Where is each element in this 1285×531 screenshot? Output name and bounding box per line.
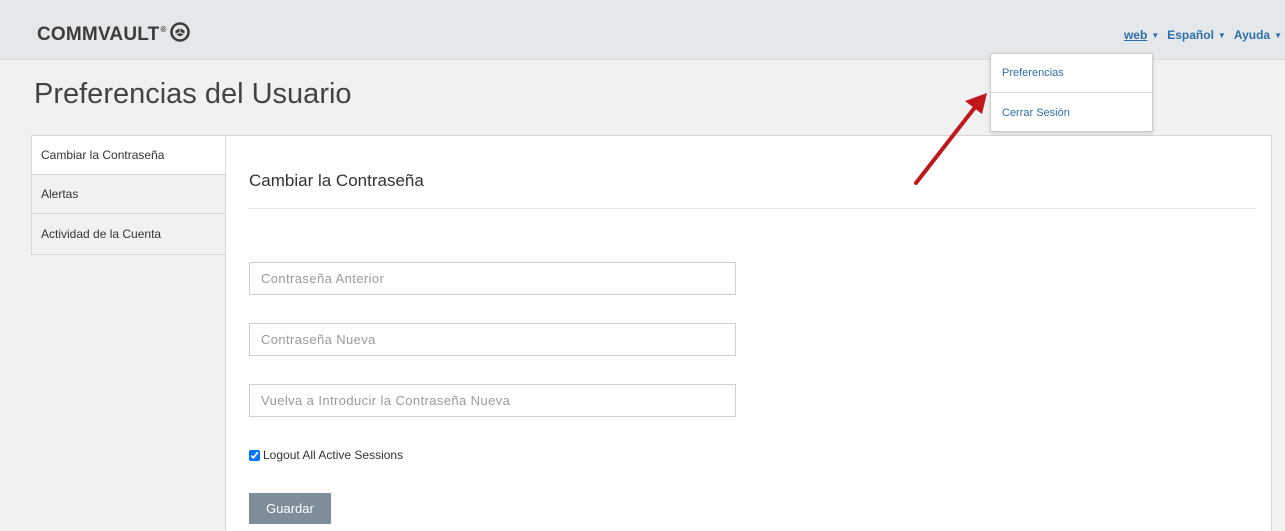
sidebar-item-label: Actividad de la Cuenta (41, 227, 162, 241)
sidebar-item-label: Cambiar la Contraseña (41, 148, 165, 162)
user-menu-label: web (1123, 28, 1148, 42)
menu-item-label: Cerrar Sesión (1002, 106, 1070, 119)
logo-trademark: ® (160, 24, 167, 34)
divider (249, 208, 1255, 209)
logout-sessions-label: Logout All Active Sessions (263, 448, 404, 462)
sidebar-item-label: Alertas (41, 187, 79, 201)
help-menu-label: Ayuda (1233, 28, 1271, 42)
save-button[interactable]: Guardar (249, 493, 331, 524)
user-menu[interactable]: web ▼ (1124, 28, 1159, 42)
confirm-password-field[interactable] (249, 384, 736, 417)
sidebar-item-change-password[interactable]: Cambiar la Contraseña (32, 136, 226, 175)
commvault-logo-icon (169, 22, 190, 48)
caret-down-icon: ▼ (1151, 30, 1160, 40)
menu-item-preferences[interactable]: Preferencias (991, 54, 1152, 93)
sidebar-item-account-activity[interactable]: Actividad de la Cuenta (32, 214, 226, 254)
menu-item-label: Preferencias (1002, 67, 1064, 79)
help-menu[interactable]: Ayuda ▼ (1234, 28, 1282, 42)
language-menu[interactable]: Español ▼ (1167, 28, 1226, 42)
top-bar: COMMVAULT ® web ▼ Español ▼ Ayuda ▼ (0, 0, 1285, 60)
old-password-field[interactable] (249, 262, 736, 295)
logout-sessions-option[interactable]: Logout All Active Sessions (249, 448, 403, 462)
panel-title: Cambiar la Contraseña (249, 171, 424, 190)
menu-item-logout[interactable]: Cerrar Sesión (991, 93, 1152, 132)
change-password-panel: Cambiar la Contraseña Logout All Active … (225, 135, 1272, 531)
caret-down-icon: ▼ (1217, 30, 1226, 40)
new-password-field[interactable] (249, 323, 736, 356)
top-navigation: web ▼ Español ▼ Ayuda ▼ (1124, 28, 1282, 42)
page-title: Preferencias del Usuario (34, 78, 352, 110)
user-dropdown-menu: Preferencias Cerrar Sesión (990, 53, 1153, 132)
sidebar-item-alerts[interactable]: Alertas (32, 175, 226, 214)
caret-down-icon: ▼ (1274, 30, 1282, 40)
logo-text: COMMVAULT (37, 24, 160, 45)
commvault-logo[interactable]: COMMVAULT ® (37, 22, 190, 48)
preferences-sidebar: Cambiar la Contraseña Alertas Actividad … (31, 135, 226, 255)
language-menu-label: Español (1167, 28, 1214, 42)
logout-sessions-checkbox[interactable] (249, 449, 260, 461)
